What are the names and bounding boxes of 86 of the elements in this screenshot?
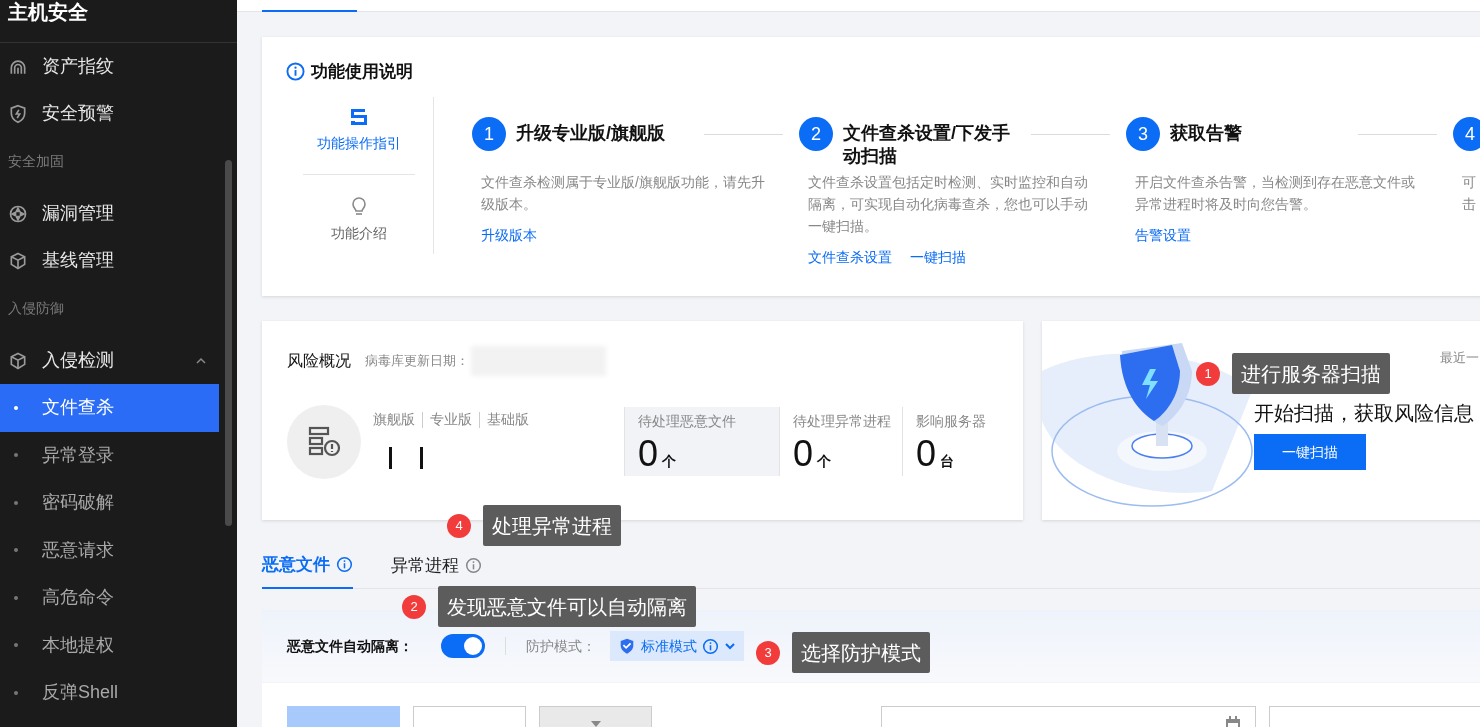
setting-label: 恶意文件自动隔离： <box>287 636 413 656</box>
stat-unit: 个 <box>817 452 832 471</box>
sidebar-item[interactable]: 入侵检测 <box>0 337 237 384</box>
guide-tab[interactable]: 功能操作指引 <box>303 97 415 175</box>
sidebar-title: 主机安全 <box>0 0 237 43</box>
sidebar-item[interactable]: 密码破解 <box>0 479 219 527</box>
cube-icon <box>8 250 28 271</box>
separator-bar <box>420 447 423 469</box>
bullet-icon <box>14 595 18 600</box>
setting-label: 防护模式： <box>526 636 596 656</box>
step-description: 击 <box>1462 195 1477 214</box>
update-date-label: 病毒库更新日期： <box>365 352 469 371</box>
info-icon <box>702 637 719 655</box>
callout-tooltip: 处理异常进程 <box>483 505 621 546</box>
edition-label: 专业版 <box>430 410 472 429</box>
stat-value: 0 <box>638 434 659 474</box>
shield-icon <box>618 637 636 655</box>
link[interactable]: 升级版本 <box>481 225 537 246</box>
step-title: 升级专业版/旗舰版 <box>516 122 666 145</box>
step-description: 文件查杀检测属于专业版/旗舰版功能，请先升级版本。 <box>481 173 766 214</box>
bullet-icon <box>14 643 18 648</box>
guide-icon <box>349 107 369 127</box>
bullet-icon <box>14 405 18 410</box>
stat-unit: 个 <box>662 452 677 471</box>
sidebar-item[interactable]: 恶意请求 <box>0 526 219 574</box>
step-description: 可 <box>1462 173 1477 192</box>
info-icon <box>286 62 305 82</box>
guide-tab[interactable]: 功能介绍 <box>303 175 415 254</box>
sidebar-item[interactable]: 漏洞管理 <box>0 190 237 237</box>
sidebar-item[interactable]: 文件查杀 <box>0 384 219 432</box>
bullet-icon <box>14 690 18 695</box>
stat-value: 0 <box>916 434 937 474</box>
callout-tooltip: 发现恶意文件可以自动隔离 <box>438 586 696 627</box>
bulb-icon <box>349 197 369 217</box>
stat-label: 影响服务器 <box>916 412 987 431</box>
stat-value: 0 <box>793 434 814 474</box>
sidebar-item[interactable]: 安全预警 <box>0 90 237 137</box>
stat-panel[interactable]: 待处理恶意文件 0 个 <box>624 407 779 476</box>
callout-tooltip: 进行服务器扫描 <box>1232 353 1390 394</box>
mode-dropdown[interactable]: 标准模式 <box>610 631 744 661</box>
step-description: 开启文件查杀告警，当检测到存在恶意文件或异常进程时将及时向您告警。 <box>1135 173 1416 214</box>
toggle-switch[interactable] <box>441 634 485 658</box>
bullet-icon <box>14 500 18 505</box>
sidebar-item[interactable]: 反弹Shell <box>0 669 219 717</box>
tab[interactable]: 恶意文件 <box>262 548 353 589</box>
card-title: 功能使用说明 <box>311 61 413 83</box>
stat-label: 待处理异常进程 <box>793 412 892 431</box>
scan-button[interactable]: 一键扫描 <box>1254 434 1366 470</box>
step-title: 文件查杀设置/下发手动扫描 <box>843 122 1011 168</box>
link[interactable]: 文件查杀设置 <box>808 247 892 268</box>
chevron-down-icon <box>724 640 736 652</box>
scrollbar[interactable] <box>225 160 232 526</box>
step-number: 1 <box>472 117 506 151</box>
callout-tooltip: 选择防护模式 <box>792 632 930 673</box>
edition-label: 旗舰版 <box>373 410 415 429</box>
sidebar-item[interactable]: 高危命令 <box>0 574 219 622</box>
step-badge: 2 <box>402 594 426 619</box>
sidebar-item[interactable]: 本地提权 <box>0 621 219 669</box>
info-icon <box>465 557 482 574</box>
info-icon <box>336 556 353 573</box>
section-label: 安全加固 <box>7 152 65 171</box>
caret-icon <box>590 721 601 727</box>
step-description: 文件查杀设置包括定时检测、实时监控和自动隔离，可实现自动化病毒查杀，您也可以手动一键扫描。 <box>808 173 1089 236</box>
cube-icon <box>8 350 28 371</box>
step-number: 4 <box>1453 117 1480 151</box>
link[interactable]: 一键扫描 <box>910 247 966 268</box>
section-label: 入侵防御 <box>7 299 65 318</box>
bullet-icon <box>14 548 18 553</box>
edition-label: 基础版 <box>487 410 529 429</box>
bullet-icon <box>14 453 18 458</box>
scan-title: 开始扫描，获取风险信息 <box>1254 401 1474 426</box>
step-title: 获取告警 <box>1170 122 1243 145</box>
step-number: 3 <box>1126 117 1160 151</box>
tab[interactable]: 异常进程 <box>391 548 482 589</box>
sidebar-item[interactable]: 异常登录 <box>0 431 219 479</box>
wheel-icon <box>8 203 28 224</box>
shield-icon <box>8 103 28 124</box>
sidebar-item[interactable]: 基线管理 <box>0 237 237 284</box>
card-title: 风险概况 <box>287 351 351 371</box>
recent-scan-label: 最近一 <box>1440 349 1479 367</box>
link[interactable]: 告警设置 <box>1135 225 1191 246</box>
sidebar-item[interactable]: 资产指纹 <box>0 43 237 90</box>
stat-unit: 台 <box>940 452 955 471</box>
step-number: 2 <box>799 117 833 151</box>
stat-label: 待处理恶意文件 <box>638 412 737 431</box>
separator-bar <box>389 447 392 469</box>
